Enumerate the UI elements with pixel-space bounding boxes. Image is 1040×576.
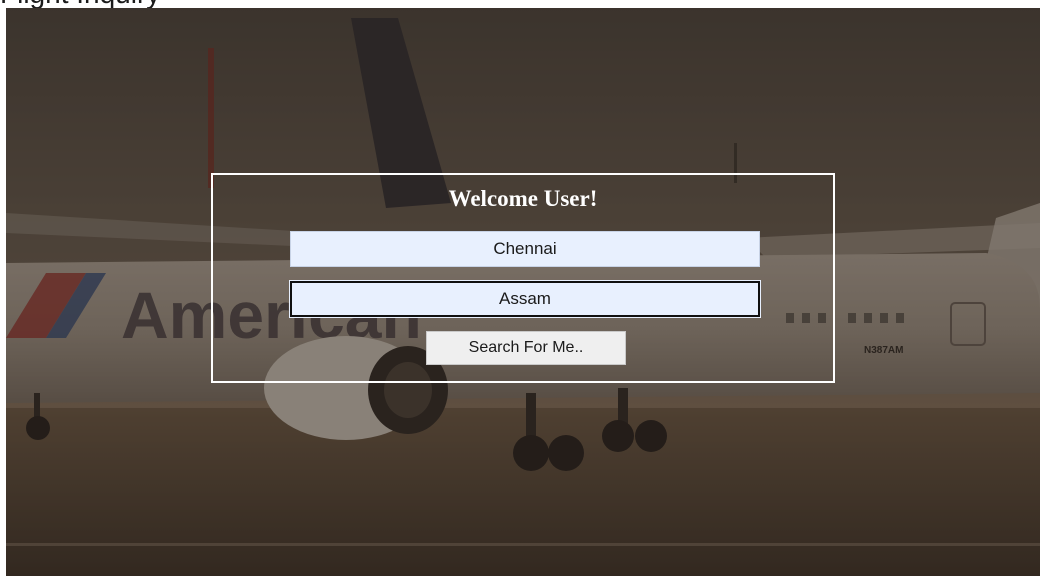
welcome-heading: Welcome User!: [448, 186, 598, 211]
search-form-card: Welcome User! Search For Me..: [211, 173, 835, 383]
hero-background: American N387AM Welcome User! Chennai As…: [6, 8, 1040, 576]
from-city-input[interactable]: [290, 231, 760, 267]
page-title: Flight Inquiry: [0, 0, 160, 9]
search-button[interactable]: Search For Me..: [426, 331, 626, 365]
to-city-input[interactable]: [290, 281, 760, 317]
